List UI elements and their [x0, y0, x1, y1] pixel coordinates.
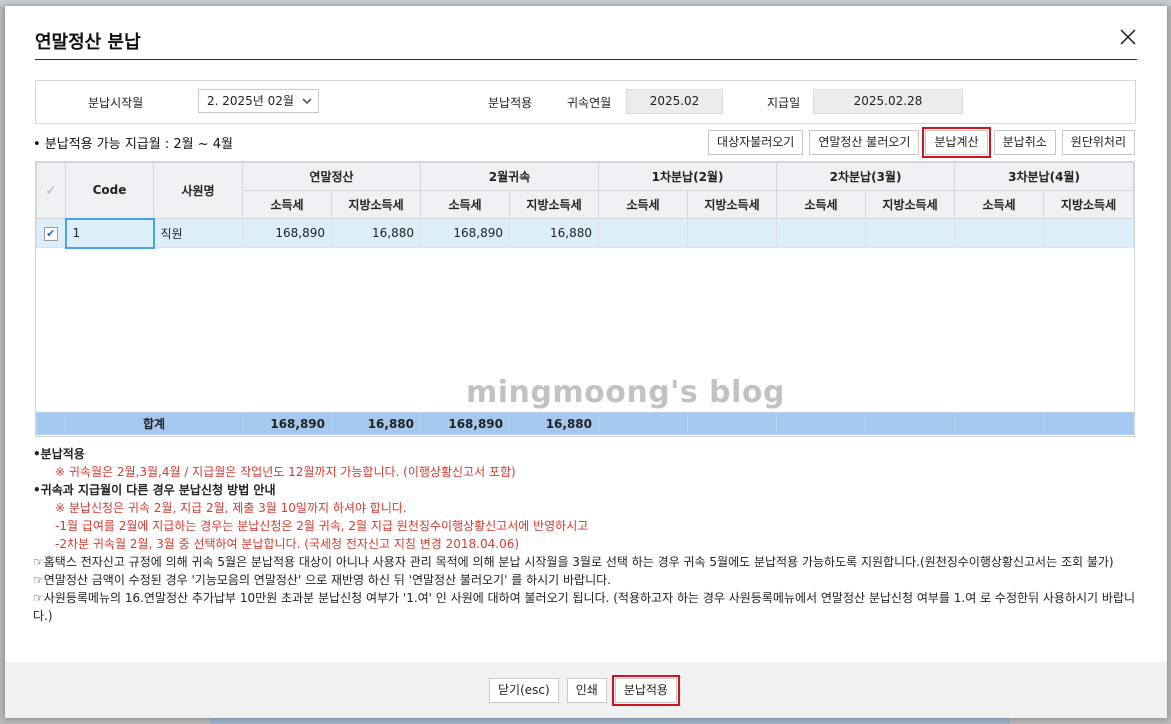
installment-dialog: 연말정산 분납 분납시작월 2. 2025년 02월 분납적용 귀속연월 202…: [5, 6, 1167, 718]
blog-watermark: mingmoong's blog: [466, 375, 786, 410]
col-code: Code: [65, 162, 154, 219]
total-i1-local: [687, 412, 777, 435]
installment-grid: ✓ Code 사원명 연말정산 2월귀속 1차분납(2월) 2차분납(3월) 3…: [35, 161, 1135, 437]
calc-installment-button[interactable]: 분납계산: [922, 127, 991, 158]
print-button[interactable]: 인쇄: [566, 678, 607, 703]
belong-month-label: 귀속연월: [567, 96, 612, 110]
col-ye-income: 소득세: [242, 190, 332, 219]
total-i3-income: [954, 412, 1044, 435]
notice-employee-registration: ☞사원등록메뉴의 16.연말정산 추가납부 10만원 초과분 분납신청 여부가 …: [33, 591, 1136, 623]
total-ye-income: 168,890: [242, 412, 332, 435]
total-row: 합계 168,890 16,880 168,890 16,880: [36, 412, 1134, 435]
start-month-value: 2. 2025년 02월: [207, 94, 294, 108]
table-row[interactable]: ✔ 1 직원 168,890 16,880 168,890 16,880: [36, 217, 1134, 249]
load-targets-button[interactable]: 대상자불러오기: [708, 130, 804, 155]
start-month-select[interactable]: 2. 2025년 02월: [198, 89, 319, 113]
total-feb-local: 16,880: [509, 412, 599, 435]
notice-red-1: ※ 귀속월은 2월,3월,4월 / 지급월은 작업년도 12월까지 가능합니다.…: [55, 465, 516, 479]
apply-installment-button[interactable]: 분납적용: [611, 675, 680, 706]
total-spacer: [36, 412, 66, 435]
close-icon[interactable]: [1117, 28, 1139, 50]
pay-date-field: 2025.02.28: [813, 89, 963, 114]
notice-heading-method: •귀속과 지급월이 다른 경우 분납신청 방법 안내: [33, 483, 276, 497]
cell-i1-local[interactable]: [687, 218, 778, 248]
dialog-footer: 닫기(esc) 인쇄 분납적용: [5, 662, 1167, 718]
cell-ye-local[interactable]: 16,880: [330, 218, 422, 248]
total-label: 합계: [65, 412, 243, 435]
dialog-title: 연말정산 분납: [35, 32, 141, 53]
total-ye-local: 16,880: [331, 412, 421, 435]
col-i2-income: 소득세: [776, 190, 867, 219]
cell-feb-local[interactable]: 16,880: [509, 218, 600, 248]
group-installment-1: 1차분납(2월): [598, 162, 778, 191]
close-button[interactable]: 닫기(esc): [489, 678, 559, 703]
col-i2-local: 지방소득세: [865, 190, 956, 219]
col-i3-local: 지방소득세: [1043, 190, 1134, 219]
cell-ye-income[interactable]: 168,890: [242, 218, 332, 248]
cell-name[interactable]: 직원: [153, 218, 243, 248]
cell-i1-income[interactable]: [598, 218, 689, 248]
total-i3-local: [1043, 412, 1134, 435]
notice-hometax: ☞홈택스 전자신고 규정에 의해 귀속 5월은 분납적용 대상이 아니나 사용자…: [33, 555, 1114, 569]
notice-modified: ☞연말정산 금액이 수정된 경우 '기능모음의 연말정산' 으로 재반영 하신 …: [33, 573, 611, 587]
total-feb-income: 168,890: [420, 412, 510, 435]
col-ye-local: 지방소득세: [330, 190, 422, 219]
source-process-button[interactable]: 원단위처리: [1061, 130, 1135, 155]
filter-panel: 분납시작월 2. 2025년 02월 분납적용 귀속연월 2025.02 지급일…: [35, 80, 1136, 124]
group-feb: 2월귀속: [420, 162, 600, 191]
total-i1-income: [598, 412, 688, 435]
group-installment-3: 3차분납(4월): [954, 162, 1134, 191]
start-month-label: 분납시작월: [88, 96, 144, 110]
cell-i2-income[interactable]: [776, 218, 867, 248]
cell-i2-local[interactable]: [865, 218, 956, 248]
notice-section: •분납적용 ※ 귀속월은 2월,3월,4월 / 지급월은 작업년도 12월까지 …: [33, 445, 1137, 625]
check-all-icon: ✓: [45, 182, 57, 199]
pay-date-label: 지급일: [767, 96, 801, 110]
cell-i3-income[interactable]: [954, 218, 1045, 248]
col-name: 사원명: [153, 162, 243, 219]
total-i2-income: [776, 412, 866, 435]
cell-feb-income[interactable]: 168,890: [420, 218, 511, 248]
notice-red-2: ※ 분납신청은 귀속 2월, 지급 2월, 제출 3월 10일까지 하셔야 합니…: [55, 501, 407, 515]
available-range-text: • 분납적용 가능 지급월 : 2월 ~ 4월: [33, 137, 233, 152]
group-installment-2: 2차분납(3월): [776, 162, 956, 191]
col-feb-income: 소득세: [420, 190, 511, 219]
select-all-header[interactable]: ✓: [36, 162, 66, 219]
notice-red-4: -2차분 귀속월 2월, 3월 중 선택하여 분납합니다. (국세청 전자신고 …: [55, 537, 520, 551]
col-i1-income: 소득세: [598, 190, 689, 219]
chevron-down-icon: [302, 90, 312, 120]
load-year-end-button[interactable]: 연말정산 불러오기: [809, 130, 920, 155]
row-checkbox[interactable]: ✔: [36, 218, 66, 248]
cell-code[interactable]: 1: [64, 217, 155, 249]
total-i2-local: [865, 412, 955, 435]
notice-heading-apply: •분납적용: [33, 447, 85, 461]
background-app-footer: [210, 718, 1010, 724]
grid-table: ✓ Code 사원명 연말정산 2월귀속 1차분납(2월) 2차분납(3월) 3…: [36, 162, 1134, 249]
col-feb-local: 지방소득세: [509, 190, 600, 219]
action-toolbar: 대상자불러오기 연말정산 불러오기 분납계산 분납취소 원단위처리: [708, 127, 1135, 158]
cell-i3-local[interactable]: [1043, 218, 1134, 248]
cancel-installment-button[interactable]: 분납취소: [993, 130, 1056, 155]
footer-buttons: 닫기(esc) 인쇄 분납적용: [489, 675, 680, 706]
checked-icon: ✔: [43, 226, 58, 241]
belong-month-field: 2025.02: [626, 89, 723, 114]
col-i3-income: 소득세: [954, 190, 1045, 219]
apply-label: 분납적용: [488, 96, 533, 110]
title-divider: [35, 59, 1137, 60]
group-year-end: 연말정산: [241, 162, 422, 191]
notice-red-3: -1월 급여를 2월에 지급하는 경우는 분납신청은 2월 귀속, 2월 지급 …: [55, 519, 589, 533]
col-i1-local: 지방소득세: [687, 190, 778, 219]
